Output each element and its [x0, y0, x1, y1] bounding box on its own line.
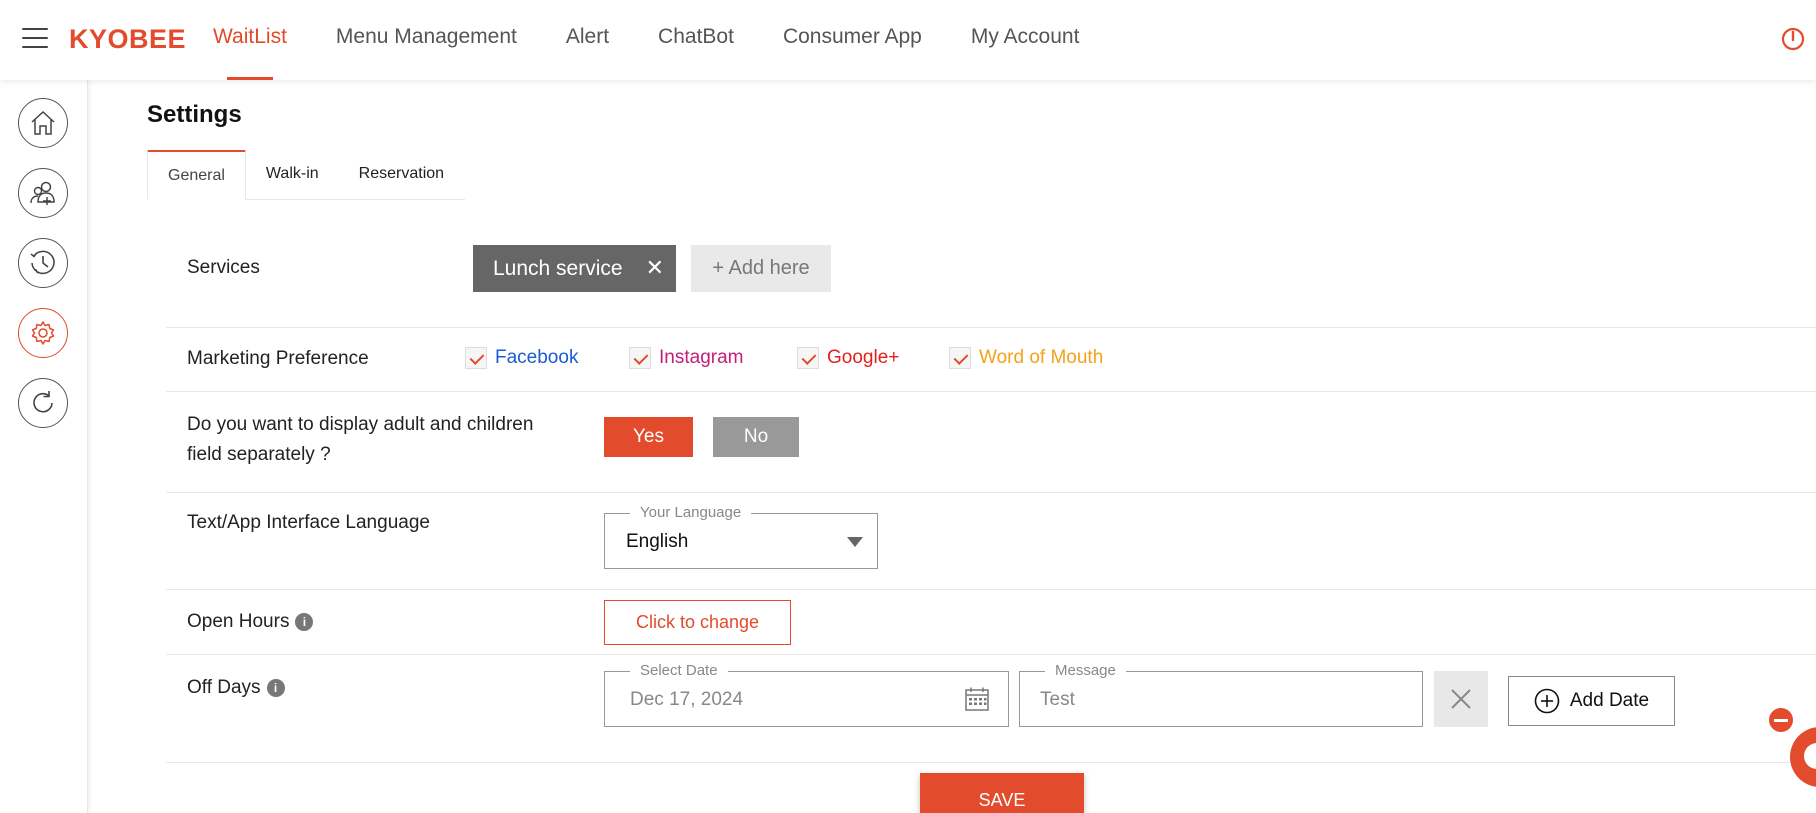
off-days-label: Off Days i: [187, 677, 285, 699]
message-legend: Message: [1045, 662, 1126, 679]
calendar-icon[interactable]: [964, 686, 990, 712]
checkbox-googleplus[interactable]: Google+: [797, 347, 899, 369]
nav-chatbot[interactable]: ChatBot: [658, 0, 734, 80]
top-navbar: KYOBEE WaitList Menu Management Alert Ch…: [0, 0, 1816, 80]
off-day-message-field[interactable]: Message Test: [1019, 662, 1423, 727]
service-chip: Lunch service ✕: [473, 245, 676, 292]
change-open-hours-button[interactable]: Click to change: [604, 600, 791, 645]
sidebar-item-refresh[interactable]: [18, 378, 68, 428]
language-select[interactable]: Your Language English: [604, 504, 878, 569]
sidebar: [0, 80, 88, 813]
checkbox-instagram[interactable]: Instagram: [629, 347, 743, 369]
word-of-mouth-label: Word of Mouth: [979, 347, 1104, 368]
home-icon: [31, 110, 55, 135]
gear-icon: [31, 321, 55, 345]
service-chip-label: Lunch service: [493, 256, 623, 280]
sidebar-item-settings[interactable]: [18, 308, 68, 358]
tab-general[interactable]: General: [147, 150, 246, 200]
info-icon[interactable]: i: [266, 679, 285, 697]
open-hours-text: Open Hours: [187, 611, 290, 632]
open-hours-label: Open Hours i: [187, 611, 314, 633]
divider: [166, 762, 1816, 763]
sidebar-item-add-user[interactable]: [18, 168, 68, 218]
divider: [166, 391, 1816, 392]
check-icon: [797, 347, 819, 369]
yes-button[interactable]: Yes: [604, 417, 693, 457]
language-value: English: [626, 531, 689, 552]
divider: [166, 327, 1816, 328]
minimize-chat-icon[interactable]: [1769, 708, 1793, 732]
clear-off-day-button[interactable]: [1434, 671, 1488, 727]
check-icon: [949, 347, 971, 369]
save-button[interactable]: SAVE: [920, 773, 1084, 813]
tab-reservation[interactable]: Reservation: [339, 150, 464, 200]
close-icon: [1451, 689, 1471, 709]
nav-waitlist[interactable]: WaitList: [213, 0, 287, 80]
nav-alert[interactable]: Alert: [566, 0, 609, 80]
plus-circle-icon: [1534, 688, 1560, 714]
language-label: Text/App Interface Language: [187, 512, 430, 533]
info-icon[interactable]: i: [295, 613, 314, 631]
power-icon[interactable]: [1778, 24, 1808, 54]
date-value: Dec 17, 2024: [630, 689, 744, 710]
history-icon: [30, 250, 55, 275]
refresh-icon: [33, 391, 53, 413]
tab-walk-in[interactable]: Walk-in: [246, 150, 339, 200]
language-legend: Your Language: [630, 504, 752, 521]
googleplus-label: Google+: [827, 347, 900, 368]
facebook-label: Facebook: [495, 347, 579, 368]
sidebar-item-home[interactable]: [18, 98, 68, 148]
page-title: Settings: [147, 101, 242, 128]
no-button[interactable]: No: [713, 417, 799, 457]
off-days-text: Off Days: [187, 677, 261, 698]
nav-my-account[interactable]: My Account: [971, 0, 1080, 80]
chevron-down-icon: [847, 537, 863, 547]
date-legend: Select Date: [630, 662, 728, 679]
nav-menu-management[interactable]: Menu Management: [336, 0, 517, 80]
add-date-button[interactable]: Add Date: [1508, 676, 1675, 726]
message-value: Test: [1040, 689, 1075, 710]
main-nav: WaitList Menu Management Alert ChatBot C…: [213, 0, 1128, 80]
check-icon: [629, 347, 651, 369]
hamburger-menu-icon[interactable]: [22, 28, 48, 48]
brand-logo[interactable]: KYOBEE: [69, 24, 186, 55]
adult-children-label: Do you want to display adult and childre…: [187, 410, 533, 470]
remove-chip-icon[interactable]: ✕: [646, 256, 664, 280]
instagram-label: Instagram: [659, 347, 744, 368]
off-day-date-field[interactable]: Select Date Dec 17, 2024: [604, 662, 1009, 727]
add-user-icon: [30, 181, 55, 205]
checkbox-word-of-mouth[interactable]: Word of Mouth: [949, 347, 1103, 369]
marketing-label: Marketing Preference: [187, 348, 369, 369]
checkbox-facebook[interactable]: Facebook: [465, 347, 578, 369]
add-service-button[interactable]: + Add here: [691, 245, 831, 292]
add-date-label: Add Date: [1569, 690, 1650, 711]
adult-children-label-line2: field separately ?: [187, 444, 331, 465]
divider: [166, 589, 1816, 590]
adult-children-label-line1: Do you want to display adult and childre…: [187, 414, 534, 435]
check-icon: [465, 347, 487, 369]
sidebar-item-history[interactable]: [18, 238, 68, 288]
settings-tabs: General Walk-in Reservation: [147, 150, 465, 200]
divider: [166, 492, 1816, 493]
nav-consumer-app[interactable]: Consumer App: [783, 0, 922, 80]
services-label: Services: [187, 257, 260, 278]
chat-widget-icon[interactable]: [1790, 727, 1816, 787]
divider: [166, 654, 1816, 655]
